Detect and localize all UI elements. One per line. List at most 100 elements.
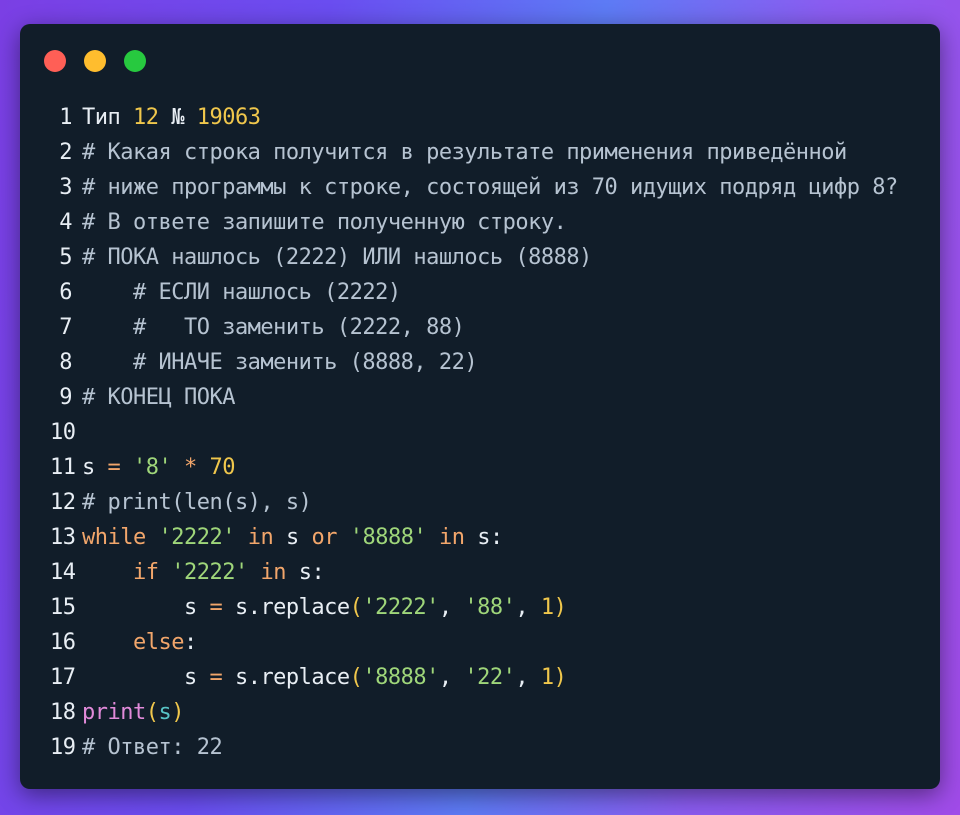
line-number: 7 (59, 315, 72, 340)
line-number: 5 (59, 245, 72, 270)
line-number: 17 (50, 665, 76, 690)
code-line: 5 # ПОКА нашлось (2222) ИЛИ нашлось (8888… (50, 240, 930, 275)
code-token: '2222' (171, 560, 248, 585)
line-number: 14 (50, 560, 76, 585)
code-token: s (158, 700, 172, 725)
maximize-dot-icon[interactable] (124, 50, 146, 72)
line-number: 10 (50, 420, 76, 445)
code-token: # ниже программы к строке, состоящей из … (82, 175, 898, 200)
code-line: 8 # ИНАЧЕ заменить (8888, 22) (50, 345, 930, 380)
code-token: in (247, 525, 274, 550)
code-text: # Какая строка получится в результате пр… (72, 135, 847, 170)
code-token: 12 (132, 105, 159, 130)
code-token: # КОНЕЦ ПОКА (82, 385, 235, 410)
line-number: 3 (59, 175, 72, 200)
code-token: '2222' (362, 595, 439, 620)
code-token: , (438, 595, 465, 620)
code-text: else: (72, 625, 197, 660)
code-token: while (82, 525, 146, 550)
code-token: 19063 (196, 105, 261, 130)
code-line: 19 # Ответ: 22 (50, 730, 930, 765)
code-token: * (184, 455, 197, 480)
code-token: , (438, 665, 465, 690)
code-token: , (515, 595, 541, 620)
code-token: , (515, 665, 541, 690)
close-dot-icon[interactable] (44, 50, 66, 72)
code-line: 17 s = s.replace('8888', '22', 1) (50, 660, 930, 695)
code-token: '8888' (349, 525, 427, 550)
code-text: # print(len(s), s) (72, 485, 312, 520)
code-token: # ЕСЛИ нашлось (2222) (82, 280, 401, 305)
code-text: s = s.replace('8888', '22', 1) (72, 660, 567, 695)
line-number: 13 (50, 525, 76, 550)
code-token: '2222' (158, 525, 235, 550)
code-line: 10 (50, 415, 930, 450)
code-token: s (273, 525, 312, 550)
code-text: Тип 12 № 19063 (72, 100, 261, 135)
code-text: # ниже программы к строке, состоящей из … (72, 170, 898, 205)
code-token: # print(len(s), s) (82, 490, 312, 515)
minimize-dot-icon[interactable] (84, 50, 106, 72)
code-text: # Ответ: 22 (72, 730, 223, 765)
code-line: 2 # Какая строка получится в результате п… (50, 135, 930, 170)
line-number: 16 (50, 630, 76, 655)
code-token: ) (553, 665, 567, 690)
window-controls (44, 50, 146, 72)
line-number: 9 (59, 385, 72, 410)
code-text: print(s) (72, 695, 184, 730)
code-token: '8' (133, 455, 172, 480)
code-text: # В ответе запишите полученную строку. (72, 205, 567, 240)
code-token: s: (285, 560, 325, 585)
code-token: = (209, 665, 223, 690)
line-number: 15 (50, 595, 76, 620)
code-token: = (209, 595, 223, 620)
code-block: 1 Тип 12 № 19063 2 # Какая строка получится… (50, 100, 930, 765)
code-token: ( (145, 700, 159, 725)
code-token: print (82, 700, 146, 725)
code-token: № (158, 105, 197, 130)
line-number: 2 (59, 140, 72, 165)
code-token: ( (349, 595, 363, 620)
code-token: s (82, 455, 108, 480)
line-number: 18 (50, 700, 76, 725)
code-line: 18 print(s) (50, 695, 930, 730)
code-text: s = s.replace('2222', '88', 1) (72, 590, 567, 625)
code-token: 1 (540, 665, 554, 690)
code-token: # В ответе запишите полученную строку. (82, 210, 567, 235)
code-token: # Ответ: 22 (82, 735, 223, 760)
code-line: 4 # В ответе запишите полученную строку. (50, 205, 930, 240)
code-token: s.replace (222, 665, 350, 690)
code-line: 3 # ниже программы к строке, состоящей из… (50, 170, 930, 205)
line-number: 8 (59, 350, 72, 375)
code-token: # ИНАЧЕ заменить (8888, 22) (82, 350, 478, 375)
line-number: 1 (59, 105, 72, 130)
code-line: 6 # ЕСЛИ нашлось (2222) (50, 275, 930, 310)
line-number: 11 (50, 455, 76, 480)
code-text: # ПОКА нашлось (2222) ИЛИ нашлось (8888) (72, 240, 592, 275)
code-token: ) (171, 700, 184, 725)
code-text: while '2222' in s or '8888' in s: (72, 520, 503, 555)
code-line: 16 else: (50, 625, 930, 660)
code-token: in (260, 560, 286, 585)
code-text: # КОНЕЦ ПОКА (72, 380, 235, 415)
code-line: 1 Тип 12 № 19063 (50, 100, 930, 135)
code-window: 1 Тип 12 № 19063 2 # Какая строка получится… (20, 24, 940, 789)
code-token: : (183, 630, 197, 655)
code-line: 11 s = '8' * 70 (50, 450, 930, 485)
code-token: '22' (464, 665, 516, 690)
code-text: # ИНАЧЕ заменить (8888, 22) (72, 345, 478, 380)
code-text: if '2222' in s: (72, 555, 325, 590)
code-line: 9 # КОНЕЦ ПОКА (50, 380, 930, 415)
code-token: = (107, 455, 121, 480)
